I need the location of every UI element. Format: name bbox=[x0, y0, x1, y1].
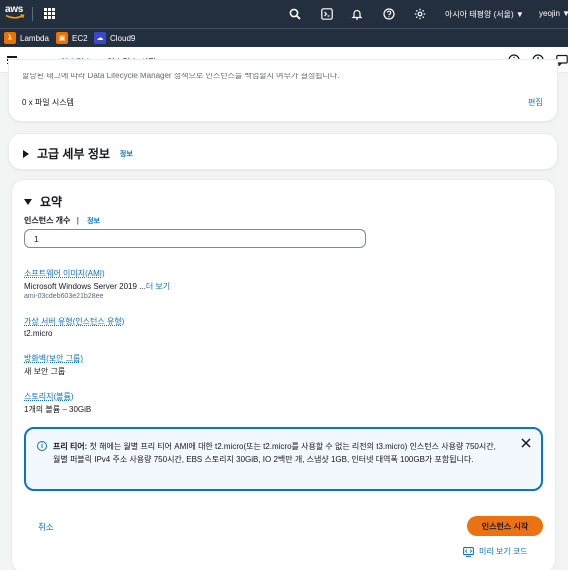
security-group-link[interactable]: 방화벽(보안 그룹) bbox=[24, 353, 83, 364]
ami-link[interactable]: 소프트웨어 이미지(AMI) bbox=[24, 268, 105, 279]
feedback-icon[interactable] bbox=[556, 54, 568, 66]
ami-more-link[interactable]: 더 보기 bbox=[146, 282, 170, 291]
favorite-cloud9[interactable]: ☁ Cloud9 bbox=[94, 32, 135, 44]
instance-count-label: 인스턴스 개수 | 정보 bbox=[24, 215, 100, 226]
label-divider: | bbox=[76, 216, 79, 225]
favorite-label: Lambda bbox=[20, 33, 49, 43]
top-navigation: aws 아시아 태평양 (서울) ▼ yeojin ▼ bbox=[0, 0, 568, 28]
instance-type-link[interactable]: 가상 서버 유형(인스턴스 유형) bbox=[24, 316, 124, 327]
summary-header[interactable]: 요약 bbox=[24, 193, 62, 210]
code-preview-icon bbox=[463, 546, 474, 557]
favorites-bar: λ Lambda ▣ EC2 ☁ Cloud9 bbox=[0, 28, 568, 47]
edit-storage-link[interactable]: 편집 bbox=[528, 97, 543, 108]
close-icon[interactable] bbox=[521, 438, 531, 448]
favorite-ec2[interactable]: ▣ EC2 bbox=[56, 32, 88, 44]
favorite-lambda[interactable]: λ Lambda bbox=[4, 32, 49, 44]
preview-code-button[interactable]: 미리 보기 코드 bbox=[463, 546, 528, 557]
cloudshell-icon[interactable] bbox=[320, 7, 334, 21]
cancel-button[interactable]: 취소 bbox=[38, 521, 54, 533]
storage-card bbox=[9, 60, 557, 121]
ec2-icon: ▣ bbox=[56, 32, 68, 44]
favorite-label: Cloud9 bbox=[110, 33, 136, 43]
lambda-icon: λ bbox=[4, 32, 16, 44]
favorite-label: EC2 bbox=[72, 33, 88, 43]
free-tier-title: 프리 티어: bbox=[53, 442, 88, 451]
preview-code-label: 미리 보기 코드 bbox=[479, 547, 528, 556]
advanced-details-title: 고급 세부 정보 bbox=[37, 147, 110, 161]
help-icon[interactable] bbox=[382, 7, 396, 21]
launch-instance-button[interactable]: 인스턴스 시작 bbox=[467, 516, 543, 536]
caret-down-icon bbox=[24, 198, 32, 205]
free-tier-text: 프리 티어: 첫 해에는 월별 프리 티어 AMI에 대한 t2.micro(또… bbox=[53, 441, 503, 466]
free-tier-body: 첫 해에는 월별 프리 티어 AMI에 대한 t2.micro(또는 t2.mi… bbox=[53, 442, 496, 464]
cloud9-icon: ☁ bbox=[94, 32, 106, 44]
ami-value: Microsoft Windows Server 2019 ...더 보기 bbox=[24, 281, 170, 292]
advanced-info-link[interactable]: 정보 bbox=[120, 149, 133, 159]
instance-count-info-link[interactable]: 정보 bbox=[87, 218, 100, 225]
settings-icon[interactable] bbox=[413, 7, 427, 21]
search-icon[interactable] bbox=[288, 7, 302, 21]
advanced-details-header[interactable]: 고급 세부 정보 정보 bbox=[23, 145, 133, 162]
nav-divider bbox=[32, 7, 33, 21]
free-tier-alert: i 프리 티어: 첫 해에는 월별 프리 티어 AMI에 대한 t2.micro… bbox=[24, 427, 543, 491]
apps-grid-icon[interactable] bbox=[44, 8, 55, 19]
region-selector[interactable]: 아시아 태평양 (서울) ▼ bbox=[445, 9, 524, 20]
ami-name: Microsoft Windows Server 2019 ... bbox=[24, 282, 146, 291]
storage-description: 할당된 태그에 따라 Data Lifecycle Manager 정책으로 인… bbox=[22, 73, 340, 80]
summary-title: 요약 bbox=[40, 195, 63, 209]
file-systems-summary: 0 x 파일 시스템 bbox=[22, 98, 74, 107]
aws-logo[interactable]: aws bbox=[5, 5, 27, 23]
instance-count-label-text: 인스턴스 개수 bbox=[24, 216, 71, 225]
ami-id: ami-03cdeb603e21b28ee bbox=[24, 293, 104, 300]
user-menu[interactable]: yeojin ▼ bbox=[539, 9, 568, 18]
caret-right-icon bbox=[23, 149, 29, 158]
storage-value: 1개의 볼륨 – 30GiB bbox=[24, 405, 92, 414]
instance-count-input[interactable]: 1 bbox=[24, 229, 366, 248]
storage-link[interactable]: 스토리지(볼륨) bbox=[24, 391, 74, 402]
security-group-value: 새 보안 그룹 bbox=[24, 367, 66, 376]
info-icon: i bbox=[37, 441, 47, 451]
bell-icon[interactable] bbox=[350, 7, 364, 21]
instance-type-value: t2.micro bbox=[24, 329, 53, 338]
